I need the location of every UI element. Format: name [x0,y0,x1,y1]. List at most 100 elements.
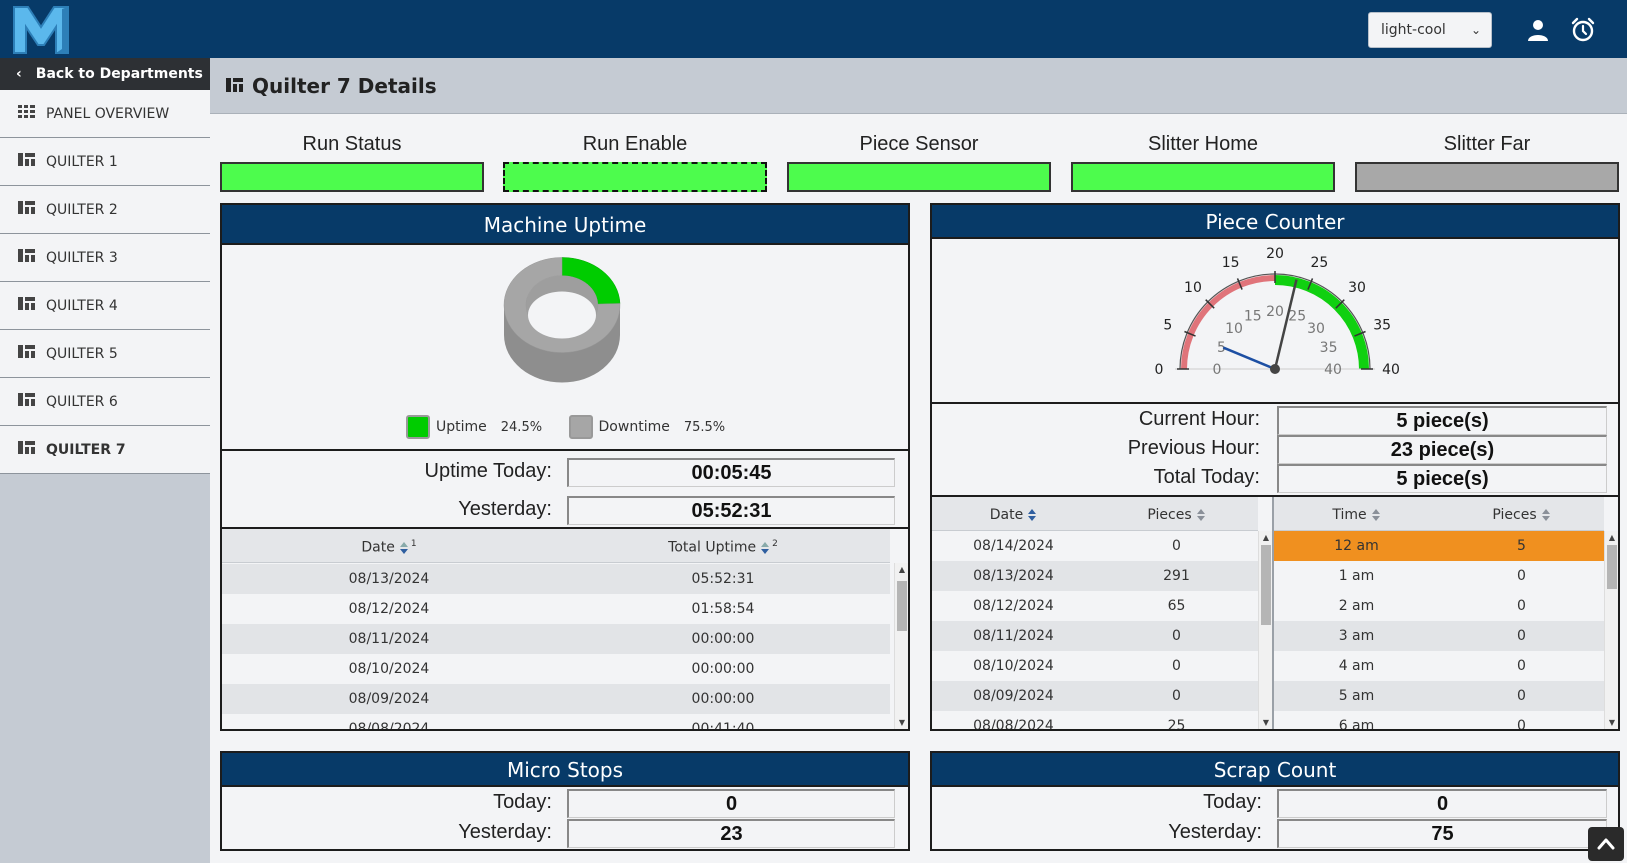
legend-pct-uptime: 24.5% [500,420,543,435]
scroll-up-arrow-icon[interactable]: ▲ [895,565,908,574]
table-header: Date 1 Total Uptime 2 [222,529,890,563]
table-row[interactable]: 2 am 0 [1274,591,1604,621]
scrap-today-value: 0 [1277,789,1607,818]
sidebar-item-label: QUILTER 7 [46,442,126,458]
table-row[interactable]: 08/13/2024 291 [932,561,1258,591]
cell-pieces: 25 [1167,718,1186,729]
scrollbar-thumb[interactable] [1261,545,1271,625]
scrap-count-panel: Scrap Count Today: 0 Yesterday: 75 [930,751,1620,851]
column-header-date[interactable]: Date 1 [222,539,556,556]
total-today-label: Total Today: [1153,466,1260,488]
gauge-hub [1270,364,1280,374]
dashboard-icon [18,297,35,310]
table-row[interactable]: 08/09/2024 00:00:00 [222,684,890,714]
sidebar-item-quilter-6[interactable]: QUILTER 6 [0,378,210,426]
logo-icon[interactable] [12,3,70,55]
table-row[interactable]: 08/08/2024 25 [932,711,1258,729]
legend-label-downtime: Downtime [598,419,670,435]
column-header-total-uptime[interactable]: Total Uptime 2 [556,539,890,556]
sort-icon [1028,509,1037,521]
sidebar-item-quilter-1[interactable]: QUILTER 1 [0,138,210,186]
sidebar-item-quilter-2[interactable]: QUILTER 2 [0,186,210,234]
table-row[interactable]: 08/10/2024 0 [932,651,1258,681]
table-row[interactable]: 6 am 0 [1274,711,1604,729]
column-header-pieces[interactable]: Pieces [1095,507,1258,523]
scrollbar-thumb[interactable] [897,581,907,631]
chevron-up-icon [1597,838,1615,850]
user-icon[interactable] [1526,18,1550,42]
column-header-time[interactable]: Time [1274,507,1439,523]
scroll-down-arrow-icon[interactable]: ▼ [895,718,908,727]
cell-date: 08/11/2024 [348,631,430,647]
sort-icon [1371,509,1380,521]
status-label-run-enable: Run Enable [582,133,688,155]
column-header-pieces[interactable]: Pieces [1439,507,1604,523]
top-bar: light-cool ⌄ [0,0,1627,58]
table-row[interactable]: 08/10/2024 00:00:00 [222,654,890,684]
gauge-needle-current [1222,346,1276,371]
sidebar-item-label: QUILTER 1 [46,154,118,170]
previous-hour-value: 23 piece(s) [1277,435,1607,464]
scroll-up-arrow-icon[interactable]: ▲ [1259,533,1272,542]
scroll-up-arrow-icon[interactable]: ▲ [1605,533,1618,542]
cell-uptime: 00:00:00 [691,661,755,677]
grid-icon [18,105,35,118]
cell-date: 08/12/2024 [348,601,430,617]
cell-pieces: 5 [1517,538,1526,554]
sort-icon [1196,509,1205,521]
sidebar-item-label: QUILTER 6 [46,394,118,410]
status-indicator-piece-sensor [787,162,1051,192]
panel-title: Machine Uptime [222,205,908,243]
scrollbar-thumb[interactable] [1607,545,1617,589]
sidebar-item-panel-overview[interactable]: PANEL OVERVIEW [0,90,210,138]
sidebar-item-label: QUILTER 2 [46,202,118,218]
status-indicator-run-enable[interactable] [503,162,767,192]
sidebar-item-quilter-7[interactable]: QUILTER 7 [0,426,210,474]
sidebar-item-quilter-4[interactable]: QUILTER 4 [0,282,210,330]
table-row[interactable]: 08/09/2024 0 [932,681,1258,711]
cell-date: 08/11/2024 [973,628,1054,644]
dashboard-icon [18,153,35,166]
piece-counter-gauge: 0510152025303540051015 20 25303540 [1155,246,1400,378]
table-row[interactable]: 1 am 0 [1274,561,1604,591]
sort-icon [399,541,408,554]
uptime-donut-chart [503,257,621,383]
scroll-down-arrow-icon[interactable]: ▼ [1605,718,1618,727]
scroll-to-top-button[interactable] [1588,827,1624,861]
sort-icon [761,541,770,554]
table-row[interactable]: 08/11/2024 00:00:00 [222,624,890,654]
gauge-inner-tick-label: 30 [1307,321,1325,337]
table-row-current-hour[interactable]: 12 am 5 [1274,531,1604,561]
table-scrollbar[interactable]: ▲ ▼ [1258,531,1272,729]
column-header-date[interactable]: Date [932,507,1095,523]
table-row[interactable]: 5 am 0 [1274,681,1604,711]
status-label-slitter-far: Slitter Far [1443,133,1531,155]
header-label: Date [989,507,1024,523]
status-indicator-slitter-home [1071,162,1335,192]
micro-yesterday-label: Yesterday: [458,821,552,843]
table-row[interactable]: 08/12/2024 65 [932,591,1258,621]
cell-time: 1 am [1338,568,1375,584]
table-row[interactable]: 4 am 0 [1274,651,1604,681]
theme-select[interactable]: light-cool ⌄ [1368,12,1492,48]
table-row[interactable]: 08/11/2024 0 [932,621,1258,651]
scroll-down-arrow-icon[interactable]: ▼ [1259,718,1272,727]
dashboard-icon [18,345,35,358]
chevron-left-icon: ‹ [16,66,22,82]
previous-hour-label: Previous Hour: [1127,437,1260,459]
table-row[interactable]: 08/13/2024 05:52:31 [222,564,890,594]
table-row[interactable]: 08/08/2024 00:41:40 [222,714,890,729]
table-row[interactable]: 08/12/2024 01:58:54 [222,594,890,624]
cell-pieces: 0 [1517,658,1526,674]
sidebar-item-quilter-5[interactable]: QUILTER 5 [0,330,210,378]
table-row[interactable]: 3 am 0 [1274,621,1604,651]
table-scrollbar[interactable]: ▲ ▼ [1604,531,1618,729]
theme-select-value: light-cool [1381,22,1446,38]
table-scrollbar[interactable]: ▲ ▼ [894,563,908,729]
sidebar-item-quilter-3[interactable]: QUILTER 3 [0,234,210,282]
sort-order-badge: 1 [410,539,417,549]
uptime-legend-swatch [406,415,430,439]
table-row[interactable]: 08/14/2024 0 [932,531,1258,561]
alarm-clock-icon[interactable] [1570,17,1596,43]
back-to-departments-button[interactable]: ‹ Back to Departments [0,58,210,90]
